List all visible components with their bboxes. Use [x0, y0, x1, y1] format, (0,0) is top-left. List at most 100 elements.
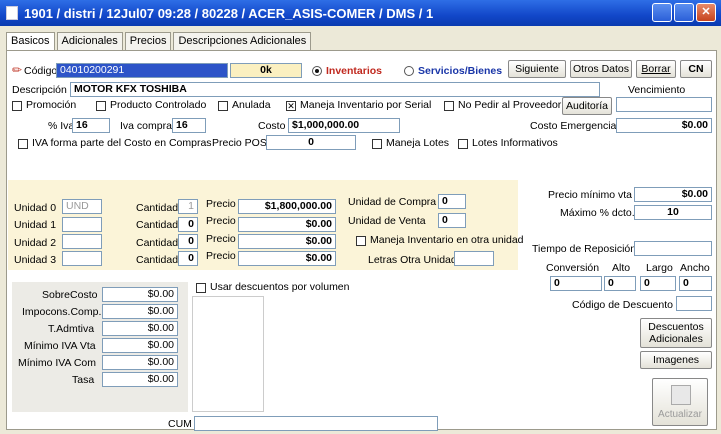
unidad-3-input[interactable]: [62, 251, 102, 266]
costo-label: Costo: [258, 120, 286, 132]
alto-input[interactable]: 0: [604, 276, 636, 291]
minimo-iva-com-label: Mínimo IVA Com: [18, 357, 96, 369]
max-dcto-input[interactable]: 10: [634, 205, 712, 220]
iva-costo-label: IVA forma parte del Costo en Compras: [32, 137, 212, 149]
cantidad-3-input[interactable]: 0: [178, 251, 198, 266]
no-pedir-label: No Pedir al Proveedor: [458, 99, 562, 111]
precio-1-input[interactable]: $0.00: [238, 217, 336, 232]
cum-input[interactable]: [194, 416, 438, 431]
promocion-label: Promoción: [26, 99, 77, 111]
cum-label: CUM: [168, 418, 192, 430]
tiempo-reposicion-input[interactable]: [634, 241, 712, 256]
servicios-label: Servicios/Bienes: [418, 65, 503, 77]
codigo-label: Código: [24, 65, 58, 77]
unidad-1-input[interactable]: [62, 217, 102, 232]
close-button[interactable]: ✕: [696, 3, 716, 22]
conversion-label: Conversión: [546, 262, 600, 274]
actualizar-label: Actualizar: [658, 409, 702, 420]
sobrecosto-label: SobreCosto: [42, 289, 98, 301]
actualizar-button[interactable]: Actualizar: [652, 378, 708, 426]
usar-descuentos-label: Usar descuentos por volumen: [210, 281, 350, 293]
save-icon: [671, 385, 691, 405]
app-icon: [6, 6, 18, 20]
minimize-button[interactable]: [652, 3, 672, 22]
ok-field: 0k: [230, 63, 302, 78]
minimo-iva-com-input[interactable]: $0.00: [102, 355, 178, 370]
codigo-input[interactable]: 04010200291: [56, 63, 228, 78]
auditoria-button[interactable]: Auditoría: [562, 97, 612, 115]
unidad-2-label: Unidad 2: [14, 237, 57, 249]
unidad-venta-input[interactable]: 0: [438, 213, 466, 228]
unidad-1-label: Unidad 1: [14, 219, 57, 231]
sobrecosto-input[interactable]: $0.00: [102, 287, 178, 302]
costo-input[interactable]: $1,000,000.00: [288, 118, 400, 133]
cantidad-0-input[interactable]: 1: [178, 199, 198, 214]
tab-descripciones[interactable]: Descripciones Adicionales: [173, 32, 312, 50]
anulada-checkbox[interactable]: [218, 101, 228, 111]
controlado-checkbox[interactable]: [96, 101, 106, 111]
precio-pos-input[interactable]: 0: [266, 135, 356, 150]
inventarios-radio[interactable]: [312, 66, 322, 76]
lotes-info-checkbox[interactable]: [458, 139, 468, 149]
unidad-0-label: Unidad 0: [14, 202, 57, 214]
tasa-input[interactable]: $0.00: [102, 372, 178, 387]
usar-descuentos-checkbox[interactable]: [196, 283, 206, 293]
siguiente-button[interactable]: Siguiente: [508, 60, 566, 78]
unidad-0-input[interactable]: UND: [62, 199, 102, 214]
cantidad-label: Cantidad: [136, 219, 179, 231]
minimo-iva-vta-input[interactable]: $0.00: [102, 338, 178, 353]
controlado-label: Producto Controlado: [110, 99, 207, 111]
descuentos-list[interactable]: [192, 296, 264, 412]
imagenes-button[interactable]: Imagenes: [640, 351, 712, 369]
serial-label: Maneja Inventario por Serial: [300, 99, 432, 111]
iva-compra-input[interactable]: 16: [172, 118, 206, 133]
precio-0-input[interactable]: $1,800,000.00: [238, 199, 336, 214]
precio-3-input[interactable]: $0.00: [238, 251, 336, 266]
maximize-button[interactable]: [674, 3, 694, 22]
costo-emergencia-label: Costo Emergencia: [530, 120, 617, 132]
codigo-descuento-input[interactable]: [676, 296, 712, 311]
vencimiento-input[interactable]: [616, 97, 712, 112]
costo-emergencia-input[interactable]: $0.00: [616, 118, 712, 133]
descripcion-label: Descripción: [12, 84, 67, 96]
precio-minimo-input[interactable]: $0.00: [634, 187, 712, 202]
largo-input[interactable]: 0: [640, 276, 676, 291]
lotes-info-label: Lotes Informativos: [472, 137, 558, 149]
tab-adicionales[interactable]: Adicionales: [56, 32, 123, 50]
no-pedir-checkbox[interactable]: [444, 101, 454, 111]
letras-input[interactable]: [454, 251, 494, 266]
serial-checkbox[interactable]: ✕: [286, 101, 296, 111]
max-dcto-label: Máximo % dcto.: [560, 207, 635, 219]
tadmtiva-label: T.Admtiva: [48, 323, 95, 335]
servicios-radio[interactable]: [404, 66, 414, 76]
tadmtiva-input[interactable]: $0.00: [102, 321, 178, 336]
ancho-input[interactable]: 0: [679, 276, 712, 291]
unidad-3-label: Unidad 3: [14, 254, 57, 266]
unidad-compra-input[interactable]: 0: [438, 194, 466, 209]
maneja-lotes-checkbox[interactable]: [372, 139, 382, 149]
cantidad-label: Cantidad: [136, 202, 179, 214]
otra-unidad-checkbox[interactable]: [356, 236, 366, 246]
precio-2-input[interactable]: $0.00: [238, 234, 336, 249]
cn-button[interactable]: CN: [680, 60, 712, 78]
iva-costo-checkbox[interactable]: [18, 139, 28, 149]
tasa-label: Tasa: [72, 374, 95, 386]
otros-datos-button[interactable]: Otros Datos: [570, 60, 632, 78]
unidad-2-input[interactable]: [62, 234, 102, 249]
anulada-label: Anulada: [232, 99, 271, 111]
impocons-input[interactable]: $0.00: [102, 304, 178, 319]
descuentos-adicionales-button[interactable]: Descuentos Adicionales: [640, 318, 712, 348]
cantidad-1-input[interactable]: 0: [178, 217, 198, 232]
cantidad-2-input[interactable]: 0: [178, 234, 198, 249]
title-bar: 1901 / distri / 12Jul07 09:28 / 80228 / …: [0, 0, 721, 26]
tab-precios[interactable]: Precios: [124, 32, 172, 50]
descripcion-input[interactable]: MOTOR KFX TOSHIBA: [70, 82, 600, 97]
tab-basicos[interactable]: Basicos: [6, 32, 55, 51]
alto-label: Alto: [612, 262, 631, 274]
borrar-button[interactable]: Borrar: [636, 60, 676, 78]
iva-input[interactable]: 16: [72, 118, 110, 133]
precio-label: Precio: [206, 198, 236, 210]
impocons-label: Impocons.Comp.: [22, 306, 102, 318]
conversion-input[interactable]: 0: [550, 276, 602, 291]
promocion-checkbox[interactable]: [12, 101, 22, 111]
